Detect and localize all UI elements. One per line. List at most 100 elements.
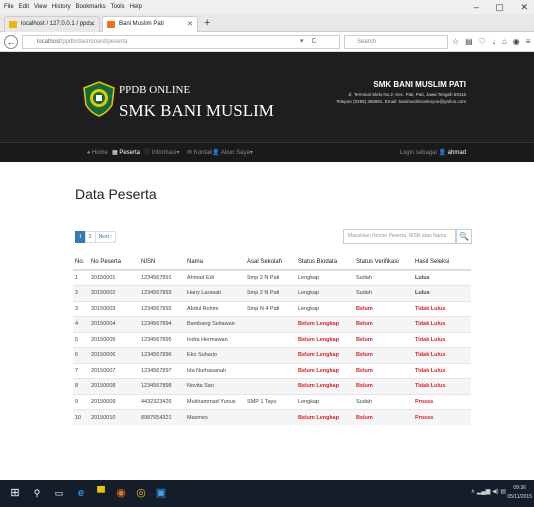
- menu-help[interactable]: Help: [130, 0, 142, 14]
- search-button[interactable]: 🔍: [456, 229, 472, 244]
- menu-bar: File Edit View History Bookmarks Tools Help – …: [0, 0, 534, 14]
- back-arrow-icon[interactable]: ←: [4, 35, 18, 49]
- table-cell: Belum Lengkap: [296, 316, 354, 332]
- download-icon[interactable]: ↓: [492, 37, 502, 46]
- table-row: 7 20150007 1234567897 Ida Nurhasanah Belum L…: [73, 362, 471, 379]
- header-no: No.: [73, 255, 89, 271]
- table-cell: Ida Nurhasanah: [185, 362, 245, 379]
- reload-icon[interactable]: C: [311, 38, 316, 45]
- reading-list-icon[interactable]: ▤: [465, 37, 479, 46]
- chrome-icon[interactable]: ◎: [134, 486, 148, 500]
- close-tab-icon[interactable]: ✕: [187, 17, 193, 32]
- table-cell: Tidak Lulus: [413, 331, 471, 348]
- clock[interactable]: 09:36 05/11/2015: [507, 484, 532, 502]
- dropdown-icon[interactable]: ▾: [300, 38, 304, 45]
- table-cell: Lengkap: [296, 393, 354, 410]
- menu-items: File Edit View History Bookmarks Tools Help: [4, 0, 147, 14]
- nav-kontak[interactable]: ✉ Kontak: [187, 143, 212, 163]
- table-cell: Lengkap: [296, 269, 354, 286]
- search-icon: 🔍: [459, 232, 469, 241]
- tab-bar: localhost / 127.0.0.1 / ppd... ✕ Bani Mu…: [0, 14, 534, 32]
- table-cell: [245, 331, 296, 348]
- app-icon[interactable]: ▣: [154, 486, 168, 500]
- login-info: Login sebagai 👤 ahmad: [399, 143, 466, 163]
- envelope-icon: ✉: [187, 150, 194, 156]
- table-cell: 1234567896: [139, 347, 185, 363]
- search-icon[interactable]: ⚲: [30, 486, 44, 500]
- menu-bookmarks[interactable]: Bookmarks: [76, 0, 106, 14]
- table-cell: Novita Sari: [185, 378, 245, 394]
- header-hasil-seleksi: Hasil Seleksi: [413, 255, 471, 271]
- table-cell: Belum: [354, 331, 413, 348]
- table-cell: Tidak Lulus: [413, 300, 471, 317]
- tab-phpmyadmin[interactable]: localhost / 127.0.0.1 / ppd... ✕: [4, 16, 100, 32]
- menu-edit[interactable]: Edit: [19, 0, 29, 14]
- maximize-button[interactable]: ▢: [495, 2, 504, 12]
- table-row: 10 20150010 8987654321 Masmes Belum Lengkap B…: [73, 409, 471, 425]
- search-input[interactable]: Search: [344, 35, 448, 49]
- tab-label: Bani Muslim Pati: [119, 21, 164, 27]
- menu-history[interactable]: History: [52, 0, 71, 14]
- table-row: 1 20150001 1234567891 Ahmad Edi Smp 2 N Pati…: [73, 269, 471, 286]
- table-cell: 8: [73, 378, 89, 394]
- nav-peserta[interactable]: ▦ Peserta: [112, 143, 140, 163]
- url-bar-actions: ▾ C: [300, 35, 317, 48]
- table-cell: 7: [73, 362, 89, 379]
- pocket-icon[interactable]: ♡: [479, 37, 492, 46]
- hamburger-menu-icon[interactable]: ≡: [526, 37, 534, 46]
- school-info: SMK BANI MUSLIM PATI Jl. Terminal Slelo …: [336, 80, 466, 104]
- table-cell: SMP 1 Tayu: [245, 393, 296, 410]
- school-address: Jl. Terminal Slelo No.2, Kec. Pati, Pati…: [348, 92, 466, 97]
- extension-icon[interactable]: ◉: [513, 37, 526, 46]
- chevron-up-icon[interactable]: ∧: [471, 489, 475, 495]
- table-cell: Lulus: [413, 285, 471, 301]
- nav-home[interactable]: ♠ Home: [87, 143, 108, 163]
- new-tab-icon[interactable]: +: [204, 16, 210, 30]
- task-view-icon[interactable]: ▭: [52, 486, 66, 500]
- search-placeholder: Search: [357, 39, 377, 45]
- network-icon[interactable]: ▂▄▆: [477, 489, 490, 495]
- home-icon[interactable]: ⌂: [502, 37, 513, 46]
- volume-icon[interactable]: ◀): [492, 489, 499, 495]
- file-explorer-icon[interactable]: ▀: [94, 486, 108, 500]
- table-cell: Bambang Setiawan: [185, 316, 245, 332]
- close-button[interactable]: ✕: [520, 2, 528, 12]
- edge-icon[interactable]: e: [74, 486, 88, 500]
- firefox-icon[interactable]: ◉: [114, 486, 128, 500]
- table-row: 5 20150005 1234567895 Indra Hermawan Belum L…: [73, 331, 471, 348]
- menu-tools[interactable]: Tools: [111, 0, 125, 14]
- user-icon: 👤: [438, 150, 446, 156]
- nav-kontak-label: Kontak: [193, 150, 213, 156]
- brand-title: SMK BANI MUSLIM: [119, 101, 274, 120]
- table-cell: 20150003: [89, 300, 139, 317]
- nav-akun[interactable]: 👤 Akun Saya▾: [212, 143, 253, 163]
- header-asal-sekolah: Asal Sekolah: [245, 255, 296, 271]
- notification-icon[interactable]: ▤: [500, 489, 506, 495]
- menu-file[interactable]: File: [4, 0, 14, 14]
- filter-input[interactable]: Masukkan Nomor Peserta, NISN atau Nama: [343, 229, 456, 244]
- table-cell: 6: [73, 347, 89, 363]
- windows-start-icon[interactable]: ⊞: [8, 486, 22, 500]
- table-cell: 1234567894: [139, 316, 185, 332]
- menu-view[interactable]: View: [34, 0, 47, 14]
- table-cell: Proses: [413, 393, 471, 410]
- table-cell: Hany Larasati: [185, 285, 245, 301]
- star-icon[interactable]: ☆: [452, 37, 465, 46]
- close-tab-icon[interactable]: ✕: [89, 17, 95, 32]
- caret-down-icon: ▾: [249, 150, 253, 156]
- nav-informasi[interactable]: ⓘ Informasi▾: [144, 143, 179, 163]
- table-cell: Belum Lengkap: [296, 347, 354, 363]
- login-user[interactable]: ahmad: [448, 150, 466, 156]
- tab-bani-muslim[interactable]: Bani Muslim Pati ✕: [102, 16, 198, 32]
- nav-akun-label: Akun Saya: [220, 150, 250, 156]
- minimize-button[interactable]: –: [474, 2, 479, 12]
- table-cell: 20150006: [89, 347, 139, 363]
- peserta-table: No. No Peserta NISN Nama Asal Sekolah St…: [73, 255, 471, 425]
- url-bar[interactable]: localhost/ppdb/dashboard/peserta: [22, 35, 340, 49]
- next-page-button[interactable]: Next ›: [94, 231, 116, 243]
- table-cell: Belum: [354, 378, 413, 394]
- table-cell: Belum: [354, 409, 413, 425]
- table-cell: Mukhammad Yunus: [185, 393, 245, 410]
- table-cell: Belum Lengkap: [296, 409, 354, 425]
- tab-label: localhost / 127.0.0.1 / ppd...: [21, 21, 95, 27]
